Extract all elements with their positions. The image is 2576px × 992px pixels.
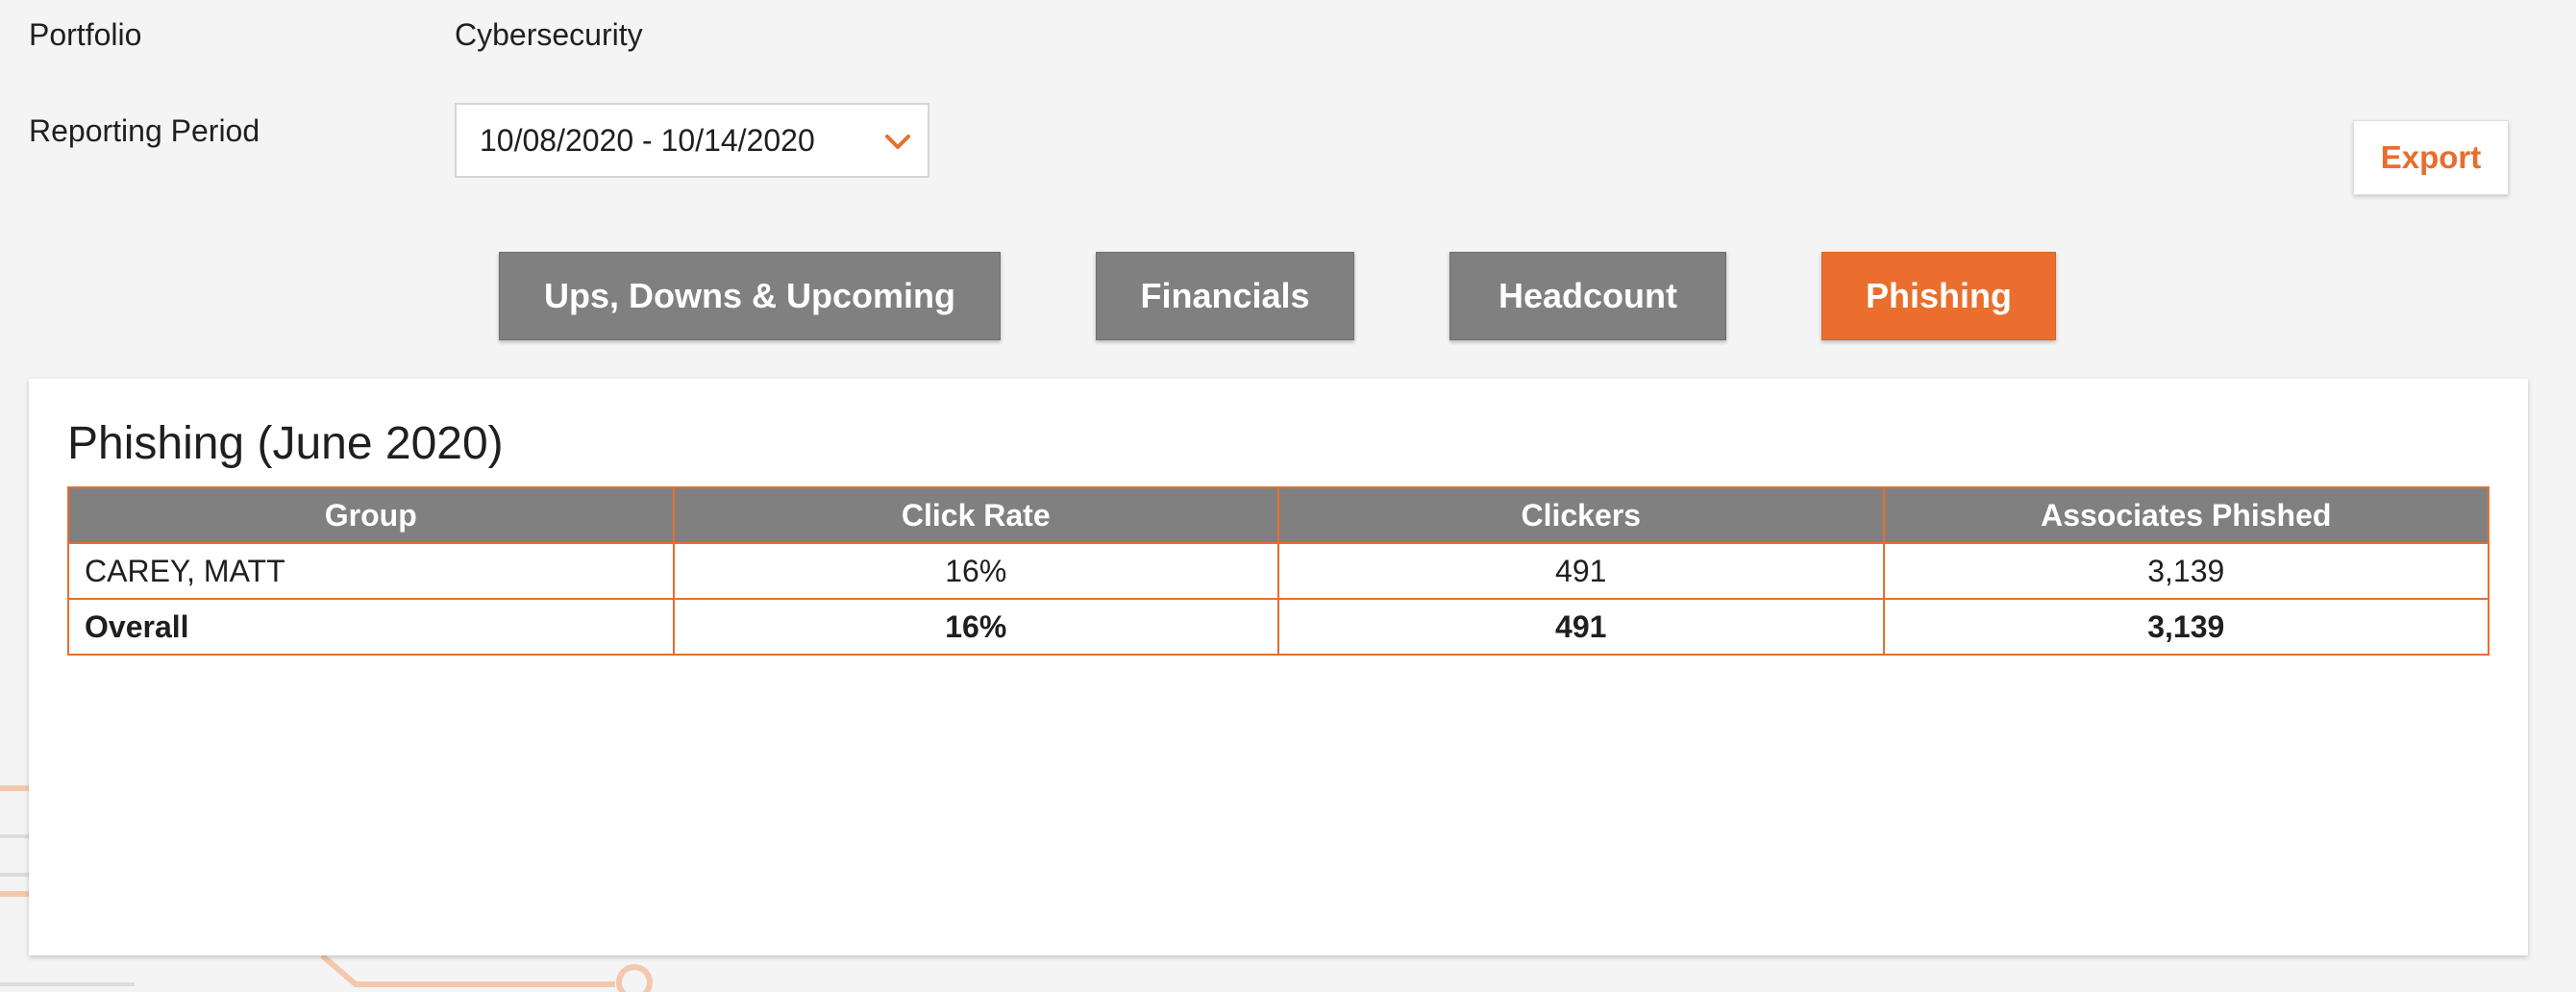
reporting-period-label: Reporting Period (29, 113, 260, 148)
column-header-clickers: Clickers (1277, 486, 1885, 544)
cell-group: CAREY, MATT (67, 542, 675, 600)
reporting-period-select[interactable]: 10/08/2020 - 10/14/2020 (455, 103, 929, 178)
tab-financials[interactable]: Financials (1096, 252, 1354, 340)
table-row: CAREY, MATT 16% 491 3,139 (67, 542, 2489, 600)
table-total-row: Overall 16% 491 3,139 (67, 598, 2489, 656)
column-header-click-rate: Click Rate (672, 486, 1279, 544)
page: Portfolio Cybersecurity Reporting Period… (0, 0, 2576, 992)
export-button[interactable]: Export (2353, 120, 2509, 195)
tab-ups-downs-upcoming[interactable]: Ups, Downs & Upcoming (499, 252, 1001, 340)
total-label: Overall (67, 598, 675, 656)
portfolio-value: Cybersecurity (455, 17, 643, 52)
total-associates-phished: 3,139 (1882, 598, 2489, 656)
phishing-report-card: Phishing (June 2020) Group Click Rate Cl… (29, 379, 2528, 955)
total-click-rate: 16% (672, 598, 1279, 656)
cell-click-rate: 16% (672, 542, 1279, 600)
reporting-period-value: 10/08/2020 - 10/14/2020 (480, 122, 815, 158)
chevron-down-icon (885, 135, 910, 149)
cell-associates-phished: 3,139 (1882, 542, 2489, 600)
tab-headcount[interactable]: Headcount (1449, 252, 1726, 340)
phishing-table: Group Click Rate Clickers Associates Phi… (67, 486, 2489, 656)
cell-clickers: 491 (1277, 542, 1885, 600)
tab-phishing[interactable]: Phishing (1821, 252, 2056, 340)
report-title: Phishing (June 2020) (67, 418, 504, 469)
total-clickers: 491 (1277, 598, 1885, 656)
table-header-row: Group Click Rate Clickers Associates Phi… (67, 486, 2489, 544)
column-header-associates-phished: Associates Phished (1882, 486, 2489, 544)
column-header-group: Group (67, 486, 675, 544)
portfolio-label: Portfolio (29, 17, 142, 52)
